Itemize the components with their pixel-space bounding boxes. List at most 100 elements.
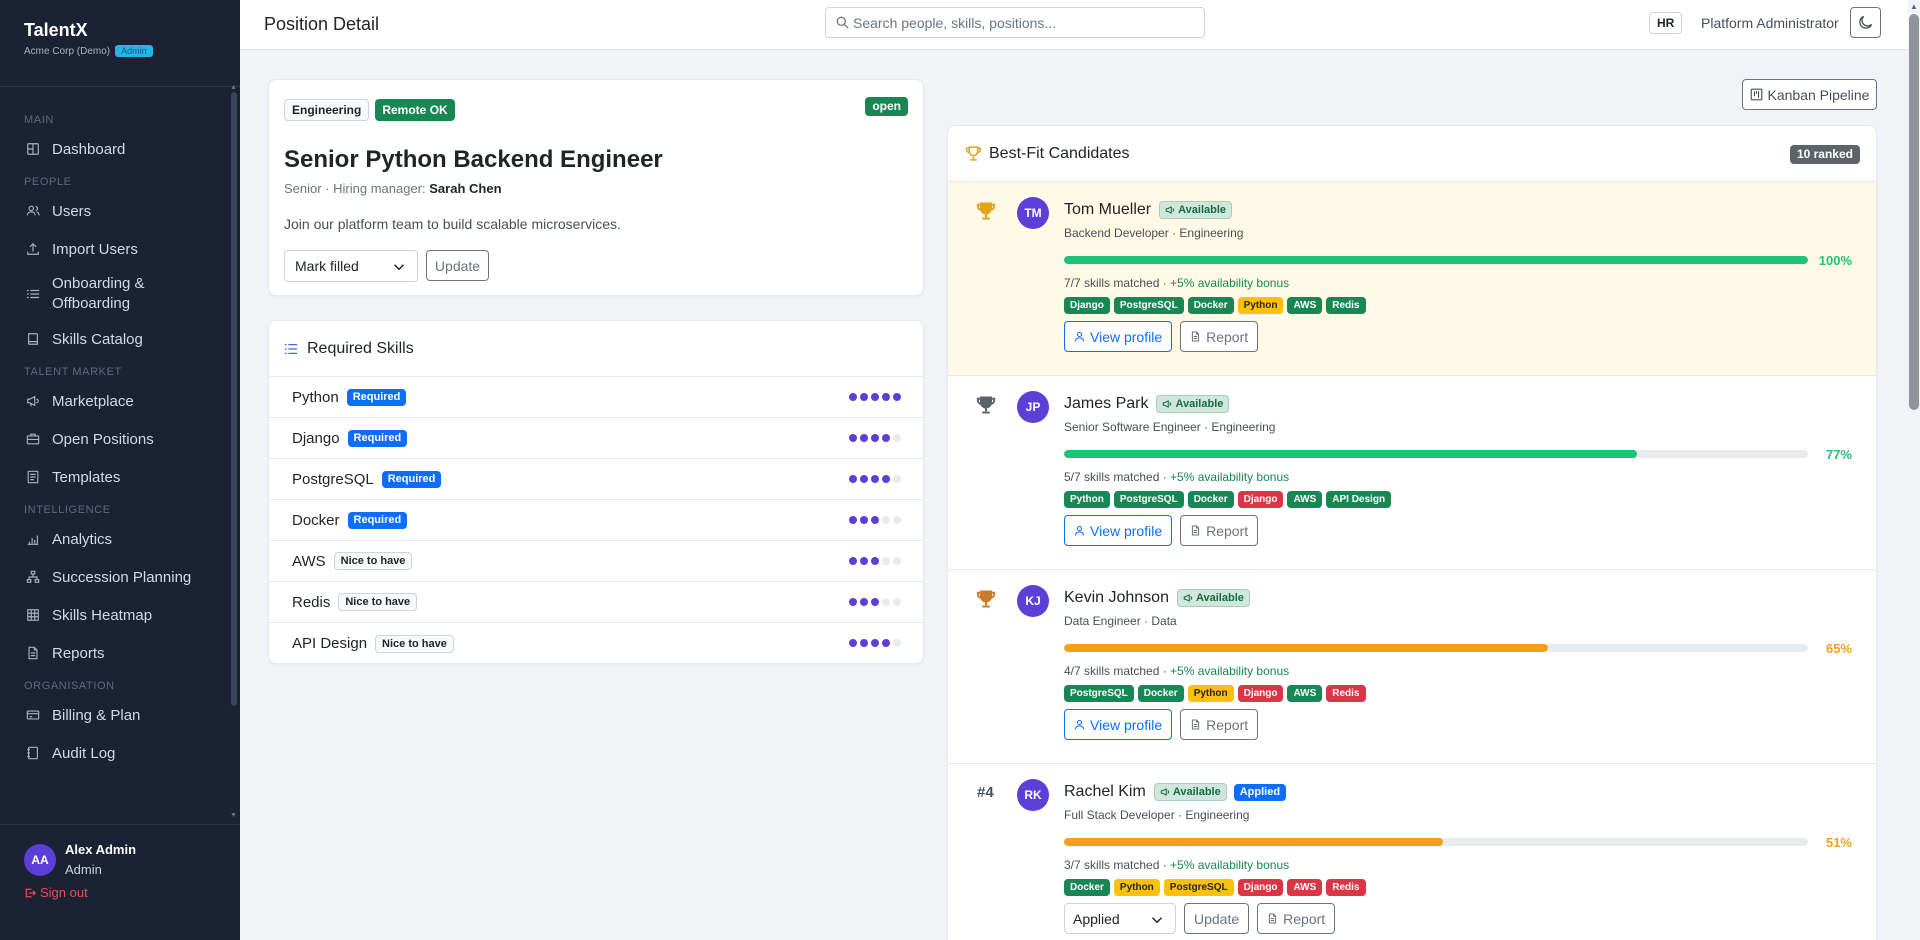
view-profile-button[interactable]: View profile bbox=[1064, 321, 1173, 352]
skill-tag: AWS bbox=[1287, 297, 1323, 314]
candidate-name[interactable]: Kevin Johnson bbox=[1064, 589, 1169, 607]
sidebar-item-label: Skills Heatmap bbox=[52, 606, 153, 624]
skill-tag: AWS bbox=[1287, 879, 1323, 896]
sidebar-item-audit-log[interactable]: Audit Log bbox=[0, 734, 230, 772]
search-box[interactable] bbox=[825, 7, 1205, 38]
availability-badge: Available bbox=[1159, 201, 1233, 219]
level-dot bbox=[871, 393, 879, 401]
sidebar-item-dashboard[interactable]: Dashboard bbox=[0, 130, 230, 168]
users-icon bbox=[26, 204, 40, 218]
skill-tag: PostgreSQL bbox=[1113, 491, 1184, 508]
skill-tag: API Design bbox=[1326, 491, 1392, 508]
stage-select[interactable]: Applied bbox=[1064, 903, 1176, 934]
candidate-skill-tags: PostgreSQL Docker Python Django AWS Redis bbox=[1064, 685, 1852, 702]
skills-matched-text: 7/7 skills matched · +5% availability bo… bbox=[1064, 276, 1852, 290]
search-input[interactable] bbox=[853, 14, 1193, 31]
skills-matched-count: 7/7 skills matched · bbox=[1064, 276, 1171, 290]
sidebar-item-billing-plan[interactable]: Billing & Plan bbox=[0, 696, 230, 734]
candidate-name[interactable]: Tom Mueller bbox=[1064, 201, 1151, 219]
document-icon bbox=[1267, 913, 1278, 924]
avatar: RK bbox=[1017, 779, 1049, 811]
position-level: Senior bbox=[284, 181, 322, 196]
sidebar-item-marketplace[interactable]: Marketplace bbox=[0, 382, 230, 420]
sidebar-scroll-up[interactable]: ▲ bbox=[230, 84, 237, 91]
sidebar-item-label: Billing & Plan bbox=[52, 706, 141, 724]
match-bar-track bbox=[1064, 838, 1808, 846]
sidebar-item-import-users[interactable]: Import Users bbox=[0, 230, 230, 268]
topbar: Position Detail HR Platform Administrato… bbox=[240, 0, 1908, 50]
candidates-card: Best-Fit Candidates 10 ranked TM Tom Muel… bbox=[947, 125, 1877, 940]
sidebar-item-succession-planning[interactable]: Succession Planning bbox=[0, 558, 230, 596]
sidebar-item-label: Users bbox=[52, 202, 92, 220]
update-button[interactable]: Update bbox=[1184, 903, 1250, 934]
sidebar-item-analytics[interactable]: Analytics bbox=[0, 520, 230, 558]
stage-select-value: Applied bbox=[1073, 910, 1120, 927]
view-profile-button[interactable]: View profile bbox=[1064, 515, 1173, 546]
skill-level-dots bbox=[849, 557, 901, 565]
skills-matched-count: 4/7 skills matched · bbox=[1064, 664, 1171, 678]
report-button[interactable]: Report bbox=[1257, 903, 1336, 934]
megaphone-icon bbox=[1160, 787, 1170, 797]
candidate-role: Backend Developer · Engineering bbox=[1064, 226, 1244, 240]
document-icon bbox=[1190, 331, 1201, 342]
page-scrollbar-thumb[interactable] bbox=[1909, 14, 1919, 410]
report-button[interactable]: Report bbox=[1180, 709, 1259, 740]
report-label: Report bbox=[1206, 522, 1249, 539]
signout-link[interactable]: Sign out bbox=[24, 885, 88, 900]
availability-label: Available bbox=[1195, 592, 1244, 604]
sidebar-item-reports[interactable]: Reports bbox=[0, 634, 230, 672]
availability-label: Available bbox=[1172, 786, 1221, 798]
skill-level-dots bbox=[849, 393, 901, 401]
level-dot bbox=[893, 475, 901, 483]
sidebar-scrollbar[interactable] bbox=[231, 92, 237, 706]
skill-name: API Design bbox=[292, 635, 368, 652]
level-dot bbox=[860, 598, 868, 606]
level-dot bbox=[882, 516, 890, 524]
sidebar-item-templates[interactable]: Templates bbox=[0, 458, 230, 496]
level-dot bbox=[849, 434, 857, 442]
level-dot bbox=[871, 475, 879, 483]
kanban-pipeline-button[interactable]: Kanban Pipeline bbox=[1742, 79, 1877, 110]
availability-label: Available bbox=[1178, 204, 1227, 216]
status-badge: open bbox=[865, 97, 908, 116]
sidebar-scroll-down[interactable]: ▼ bbox=[230, 812, 237, 819]
view-profile-button[interactable]: View profile bbox=[1064, 709, 1173, 740]
report-button[interactable]: Report bbox=[1180, 321, 1259, 352]
skills-matched-text: 3/7 skills matched · +5% availability bo… bbox=[1064, 858, 1852, 872]
page-scroll-up[interactable]: ▲ bbox=[1910, 2, 1918, 11]
role-badge: HR bbox=[1649, 12, 1683, 34]
level-dot bbox=[893, 434, 901, 442]
match-bar-track bbox=[1064, 256, 1808, 264]
signout-label: Sign out bbox=[40, 885, 88, 900]
candidate-skill-tags: Docker Python PostgreSQL Django AWS Redis bbox=[1064, 879, 1852, 896]
status-select[interactable]: Mark filled bbox=[284, 250, 418, 282]
skills-matched-count: 5/7 skills matched · bbox=[1064, 470, 1171, 484]
sidebar-item-skills-heatmap[interactable]: Skills Heatmap bbox=[0, 596, 230, 634]
theme-toggle-button[interactable] bbox=[1850, 7, 1881, 38]
sidebar-item-open-positions[interactable]: Open Positions bbox=[0, 420, 230, 458]
level-dot bbox=[849, 557, 857, 565]
candidate-name[interactable]: Rachel Kim bbox=[1064, 783, 1146, 801]
nav-section-title: ORGANISATION bbox=[24, 680, 115, 692]
hiring-manager: Sarah Chen bbox=[429, 181, 502, 196]
candidate-name[interactable]: James Park bbox=[1064, 395, 1148, 413]
skill-tag: Redis bbox=[1326, 297, 1366, 314]
level-dot bbox=[860, 557, 868, 565]
skill-name: Docker bbox=[292, 511, 340, 529]
book-icon bbox=[26, 332, 40, 346]
candidate-info: James Park Available Senior Software Engin… bbox=[1064, 393, 1852, 546]
match-bar-track bbox=[1064, 644, 1808, 652]
department-badge: Engineering bbox=[284, 99, 370, 121]
sidebar-item-onboarding-offboarding[interactable]: Onboarding & Offboarding bbox=[0, 268, 230, 320]
sidebar-item-skills-catalog[interactable]: Skills Catalog bbox=[0, 320, 230, 358]
sidebar-nav: MAIN Dashboard PEOPLE Users Import Users Onbo… bbox=[0, 106, 230, 772]
candidate-role: Senior Software Engineer · Engineering bbox=[1064, 420, 1276, 434]
user-label[interactable]: Platform Administrator bbox=[1701, 15, 1839, 31]
skill-name: Redis bbox=[292, 593, 331, 611]
level-dot bbox=[893, 393, 901, 401]
skill-row: Python Required bbox=[269, 377, 923, 418]
status-select-value: Mark filled bbox=[295, 258, 359, 274]
update-button[interactable]: Update bbox=[426, 250, 489, 281]
report-button[interactable]: Report bbox=[1180, 515, 1259, 546]
sidebar-item-users[interactable]: Users bbox=[0, 192, 230, 230]
